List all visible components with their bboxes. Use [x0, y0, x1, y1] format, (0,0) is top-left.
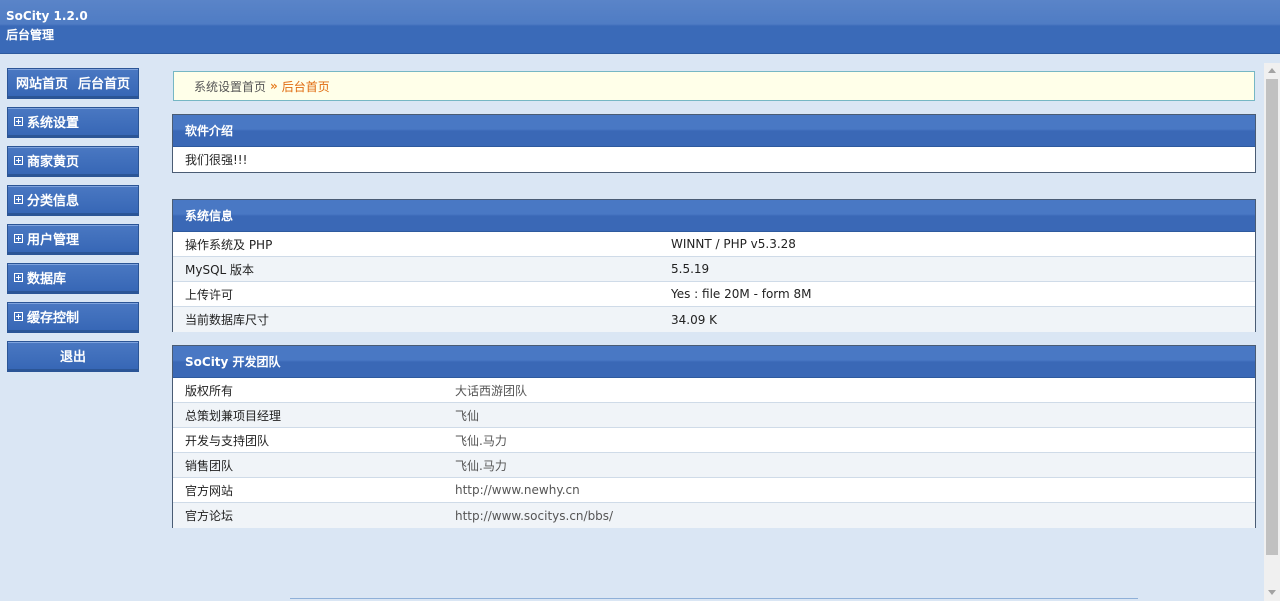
official-website-link[interactable]: http://www.newhy.cn [455, 483, 580, 497]
table-row: 操作系统及 PHP WINNT / PHP v5.3.28 [173, 232, 1255, 257]
official-forum-link[interactable]: http://www.socitys.cn/bbs/ [455, 509, 613, 523]
app-title: SoCity 1.2.0 [6, 9, 88, 23]
row-value: 34.09 K [671, 312, 718, 327]
sidebar-item-database[interactable]: 数据库 [7, 263, 139, 294]
row-key: 当前数据库尺寸 [185, 313, 270, 327]
row-value: 飞仙 [455, 408, 480, 423]
row-key: MySQL 版本 [185, 262, 255, 277]
breadcrumb-separator: » [270, 79, 278, 93]
table-row: 版权所有 大话西游团队 [173, 378, 1255, 403]
sidebar-item-user-management[interactable]: 用户管理 [7, 224, 139, 255]
scroll-down-arrow-icon[interactable] [1268, 590, 1276, 595]
expand-plus-icon [14, 234, 23, 243]
row-key: 官方网站 [185, 483, 234, 498]
row-key: 操作系统及 PHP [185, 237, 273, 252]
footer-divider [290, 598, 1138, 599]
vertical-scrollbar[interactable] [1264, 63, 1280, 601]
sidebar-item-classifieds[interactable]: 分类信息 [7, 185, 139, 216]
table-row: 上传许可 Yes : file 20M - form 8M [173, 282, 1255, 307]
intro-panel-title: 软件介绍 [173, 115, 1255, 147]
logout-label: 退出 [59, 350, 86, 365]
scroll-up-arrow-icon[interactable] [1268, 68, 1276, 73]
system-info-panel: 系统信息 操作系统及 PHP WINNT / PHP v5.3.28 MySQL… [172, 199, 1256, 332]
team-panel: SoCity 开发团队 版权所有 大话西游团队 总策划兼项目经理 飞仙 开发与支… [172, 345, 1256, 528]
expand-plus-icon [14, 117, 23, 126]
sidebar-item-business-directory[interactable]: 商家黄页 [7, 146, 139, 177]
intro-text: 我们很强!!! [185, 153, 248, 167]
sidebar-item-label: 用户管理 [27, 233, 80, 248]
intro-panel: 软件介绍 我们很强!!! [172, 114, 1256, 173]
table-row: 官方论坛 http://www.socitys.cn/bbs/ [173, 503, 1255, 528]
app-subtitle: 后台管理 [6, 28, 55, 42]
system-info-title: 系统信息 [173, 200, 1255, 232]
sidebar-top-links: 网站首页 后台首页 [7, 68, 139, 99]
row-key: 官方论坛 [185, 509, 234, 523]
row-value: 大话西游团队 [455, 383, 528, 398]
site-home-link[interactable]: 网站首页 [16, 73, 68, 92]
row-value: 飞仙.马力 [455, 458, 507, 473]
expand-plus-icon [14, 273, 23, 282]
sidebar-item-label: 缓存控制 [27, 311, 80, 326]
table-row: 官方网站 http://www.newhy.cn [173, 478, 1255, 503]
row-key: 版权所有 [185, 383, 234, 398]
sidebar-item-label: 系统设置 [27, 116, 80, 131]
breadcrumb: 系统设置首页 » 后台首页 [173, 71, 1255, 101]
breadcrumb-current: 后台首页 [281, 79, 330, 94]
table-row: 当前数据库尺寸 34.09 K [173, 307, 1255, 332]
logout-button[interactable]: 退出 [7, 341, 139, 372]
table-row: MySQL 版本 5.5.19 [173, 257, 1255, 282]
row-key: 开发与支持团队 [185, 433, 270, 448]
expand-plus-icon [14, 195, 23, 204]
row-key: 销售团队 [185, 458, 234, 473]
row-value: 飞仙.马力 [455, 433, 507, 448]
sidebar-item-label: 分类信息 [27, 194, 80, 209]
table-row: 销售团队 飞仙.马力 [173, 453, 1255, 478]
row-key: 总策划兼项目经理 [185, 408, 282, 423]
expand-plus-icon [14, 156, 23, 165]
row-value: Yes : file 20M - form 8M [671, 287, 812, 301]
sidebar-item-cache-control[interactable]: 缓存控制 [7, 302, 139, 333]
app-header: SoCity 1.2.0 后台管理 [0, 0, 1280, 54]
sidebar-item-label: 商家黄页 [27, 155, 80, 170]
row-value: 5.5.19 [671, 262, 710, 276]
expand-plus-icon [14, 312, 23, 321]
row-value: WINNT / PHP v5.3.28 [671, 237, 796, 251]
row-key: 上传许可 [185, 287, 234, 302]
table-row: 总策划兼项目经理 飞仙 [173, 403, 1255, 428]
scrollbar-thumb[interactable] [1266, 79, 1278, 555]
breadcrumb-parent[interactable]: 系统设置首页 [194, 78, 266, 95]
sidebar-item-system-settings[interactable]: 系统设置 [7, 107, 139, 138]
team-panel-title: SoCity 开发团队 [173, 346, 1255, 378]
table-row: 开发与支持团队 飞仙.马力 [173, 428, 1255, 453]
sidebar-item-label: 数据库 [27, 272, 67, 287]
intro-row: 我们很强!!! [173, 147, 1255, 172]
admin-home-link[interactable]: 后台首页 [78, 73, 130, 92]
